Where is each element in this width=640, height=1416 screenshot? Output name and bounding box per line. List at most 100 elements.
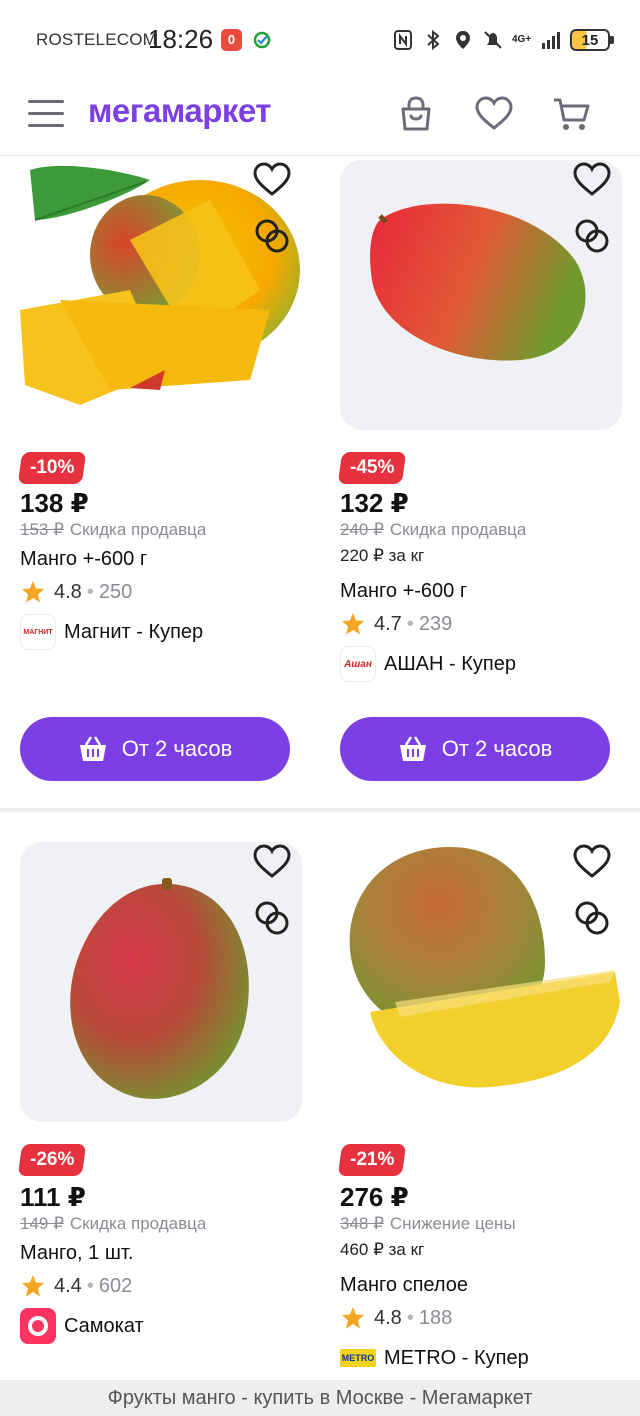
mute-icon	[484, 31, 502, 49]
discount-note: Снижение цены	[389, 1214, 516, 1233]
product-card[interactable]: -26% 111 ₽ 149 ₽ Скидка продавца Манго, 1…	[17, 842, 302, 1382]
magnit-logo: МАГНИТ	[20, 614, 56, 650]
store[interactable]: Ашан АШАН - Купер	[340, 646, 516, 682]
discount-badge: -45%	[337, 452, 407, 484]
product-card[interactable]: -21% 276 ₽ 348 ₽ Снижение цены 460 ₽ за к…	[337, 842, 622, 1382]
button-label: От 2 часов	[441, 736, 553, 761]
price-per-kg: 460 ₽ за кг	[340, 1240, 425, 1259]
price: 132 ₽	[340, 488, 409, 518]
review-count: 250	[98, 580, 133, 603]
store[interactable]: Самокат	[20, 1308, 144, 1344]
old-price: 240 ₽	[340, 520, 384, 539]
mango-image	[340, 160, 622, 430]
price: 138 ₽	[20, 488, 89, 518]
notification-badge: 0	[221, 29, 242, 51]
compare-icon[interactable]	[252, 216, 292, 256]
store[interactable]: METRO METRO - Купер	[340, 1340, 529, 1376]
row-divider	[0, 808, 640, 812]
product-image[interactable]	[340, 160, 622, 430]
old-price-line: 153 ₽ Скидка продавца	[20, 520, 206, 540]
price-per-kg: 220 ₽ за кг	[340, 546, 425, 565]
product-image[interactable]	[20, 160, 302, 430]
app-header: мегамаркет	[0, 80, 640, 156]
discount-note: Скидка продавца	[69, 1214, 207, 1233]
button-label: От 2 часов	[121, 736, 233, 761]
product-image[interactable]	[20, 842, 302, 1122]
discount-note: Скидка продавца	[389, 520, 527, 539]
discount-badge: -21%	[337, 1144, 407, 1176]
menu-icon[interactable]	[28, 100, 64, 128]
star-icon	[342, 613, 364, 635]
old-price-line: 149 ₽ Скидка продавца	[20, 1214, 206, 1234]
carrier-label: ROSTELECOM	[36, 30, 158, 49]
compare-icon[interactable]	[252, 898, 292, 938]
auchan-logo: Ашан	[340, 646, 376, 682]
product-title[interactable]: Манго +-600 г	[20, 548, 147, 571]
battery-level: 15	[581, 31, 599, 49]
store-name: АШАН - Купер	[384, 652, 516, 675]
clock: 18:26	[148, 24, 214, 54]
product-card[interactable]: -45% 132 ₽ 240 ₽ Скидка продавца 220 ₽ за…	[337, 160, 622, 800]
metro-logo: METRO	[340, 1349, 376, 1367]
old-price: 149 ₽	[20, 1214, 64, 1233]
site-logo[interactable]: мегамаркет	[88, 92, 271, 130]
status-bar: ROSTELECOM 18:26 0 4G+ 15	[0, 0, 640, 80]
product-title[interactable]: Манго спелое	[340, 1274, 468, 1297]
old-price-line: 348 ₽ Снижение цены	[340, 1214, 516, 1234]
favorite-icon[interactable]	[252, 842, 292, 882]
delivery-button[interactable]: От 2 часов	[20, 717, 290, 781]
product-title[interactable]: Манго +-600 г	[340, 580, 467, 603]
compare-icon[interactable]	[572, 898, 612, 938]
samokat-logo	[20, 1308, 56, 1344]
star-icon	[22, 1275, 44, 1297]
store[interactable]: МАГНИТ Магнит - Купер	[20, 614, 203, 650]
heart-icon[interactable]	[474, 94, 514, 134]
product-title[interactable]: Манго, 1 шт.	[20, 1242, 133, 1265]
basket-icon	[399, 736, 426, 761]
rating: 4.8 • 250	[20, 578, 132, 606]
product-card[interactable]: -10% 138 ₽ 153 ₽ Скидка продавца Манго +-…	[17, 160, 302, 800]
rating-value: 4.7	[374, 612, 402, 635]
store-name: Самокат	[64, 1314, 144, 1337]
signal-icon	[542, 32, 560, 49]
rating: 4.8 • 188	[340, 1304, 452, 1332]
price: 111 ₽	[20, 1182, 86, 1212]
battery-icon: 15	[570, 29, 614, 51]
rating-value: 4.8	[54, 580, 82, 603]
delivery-button[interactable]: От 2 часов	[340, 717, 610, 781]
star-icon	[22, 581, 44, 603]
mango-image	[20, 842, 302, 1122]
rating-value: 4.4	[54, 1274, 82, 1297]
store-name: METRO - Купер	[384, 1346, 529, 1369]
mango-image	[20, 160, 302, 430]
network-label: 4G+	[512, 34, 532, 45]
star-icon	[342, 1307, 364, 1329]
product-image[interactable]	[340, 842, 622, 1122]
favorite-icon[interactable]	[252, 160, 292, 200]
rating: 4.4 • 602	[20, 1272, 132, 1300]
review-count: 239	[418, 612, 453, 635]
old-price: 153 ₽	[20, 520, 64, 539]
basket-icon	[79, 736, 106, 761]
bluetooth-icon	[427, 29, 440, 51]
location-icon	[456, 31, 470, 49]
rating-value: 4.8	[374, 1306, 402, 1329]
discount-note: Скидка продавца	[69, 520, 207, 539]
compare-icon[interactable]	[572, 216, 612, 256]
discount-badge: -10%	[17, 452, 87, 484]
sber-icon	[253, 31, 271, 49]
price: 276 ₽	[340, 1182, 409, 1212]
review-count: 188	[418, 1306, 453, 1329]
mango-image	[340, 842, 622, 1122]
page-title-bar: Фрукты манго - купить в Москве - Мегамар…	[0, 1380, 640, 1416]
favorite-icon[interactable]	[572, 160, 612, 200]
rating: 4.7 • 239	[340, 610, 452, 638]
old-price-line: 240 ₽ Скидка продавца	[340, 520, 526, 540]
cart-icon[interactable]	[552, 94, 592, 134]
bag-icon[interactable]	[396, 94, 436, 134]
discount-badge: -26%	[17, 1144, 87, 1176]
favorite-icon[interactable]	[572, 842, 612, 882]
nfc-icon	[394, 30, 412, 50]
old-price: 348 ₽	[340, 1214, 384, 1233]
review-count: 602	[98, 1274, 133, 1297]
